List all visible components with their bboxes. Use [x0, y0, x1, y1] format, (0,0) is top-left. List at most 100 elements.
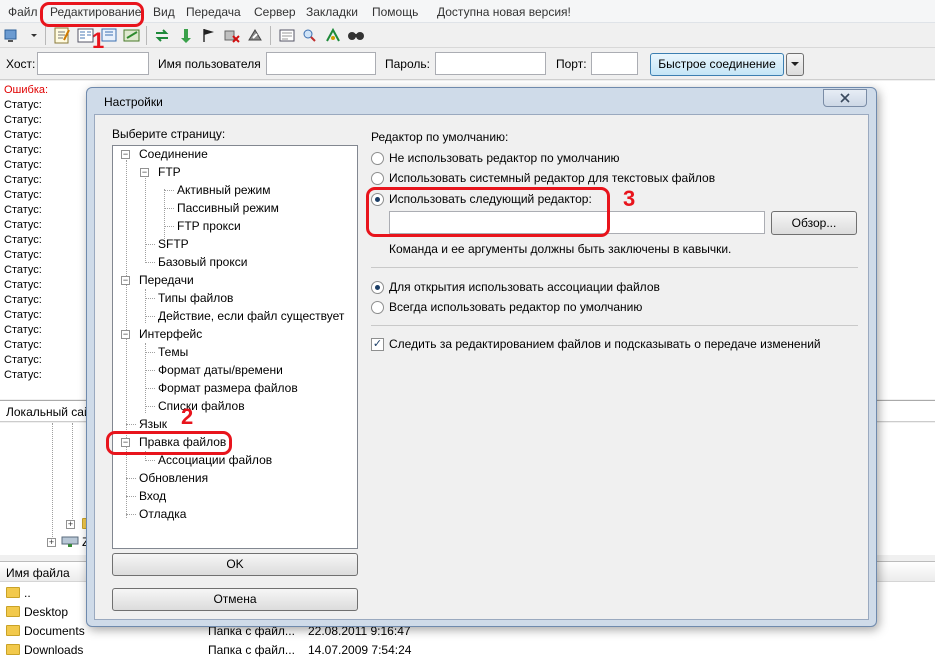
tree-item-language[interactable]: Язык — [139, 416, 167, 432]
file-name: Desktop — [24, 605, 69, 619]
ok-button[interactable]: OK — [112, 553, 358, 576]
tree-item-file-exists-action[interactable]: Действие, если файл существует — [158, 308, 344, 324]
tree-item-logging[interactable]: Вход — [139, 488, 166, 504]
menu-new-version[interactable]: Доступна новая версия! — [437, 5, 571, 19]
tree-item-file-lists[interactable]: Списки файлов — [158, 398, 245, 414]
tree-item-passive-mode[interactable]: Пассивный режим — [177, 200, 279, 216]
log-status-label: Статус: — [4, 204, 42, 216]
default-editor-label: Редактор по умолчанию: — [371, 130, 509, 144]
close-button[interactable] — [823, 89, 867, 107]
log-status-label: Статус: — [4, 159, 42, 171]
settings-page-tree[interactable]: − Соединение − FTP Активный режим Пассив… — [112, 145, 358, 549]
folder-icon — [6, 606, 20, 617]
file-date: 14.07.2009 7:54:24 — [308, 643, 412, 657]
log-status-label: Статус: — [4, 249, 42, 261]
tree-expander[interactable]: + — [47, 538, 56, 547]
toggle-log-icon[interactable] — [52, 26, 72, 45]
radio-always-default[interactable] — [371, 301, 384, 314]
tree-item-connection[interactable]: Соединение — [139, 146, 208, 162]
cancel-operation-icon[interactable] — [199, 26, 219, 45]
tree-item-transfers[interactable]: Передачи — [139, 272, 194, 288]
sync-browsing-icon[interactable] — [323, 26, 343, 45]
tree-item-generic-proxy[interactable]: Базовый прокси — [158, 254, 247, 270]
user-label: Имя пользователя — [158, 57, 261, 71]
radio-system-editor[interactable] — [371, 172, 384, 185]
toggle-queue-icon[interactable] — [122, 26, 142, 45]
log-status-label: Статус: — [4, 309, 42, 321]
folder-icon — [6, 644, 20, 655]
tree-item-active-mode[interactable]: Активный режим — [177, 182, 270, 198]
search-files-icon[interactable] — [346, 26, 366, 45]
label-watch-edited[interactable]: Следить за редактированием файлов и подс… — [389, 337, 821, 351]
file-name: .. — [24, 586, 31, 600]
tree-collapse-interface[interactable]: − — [121, 330, 130, 339]
disconnect-icon[interactable] — [222, 26, 242, 45]
host-input[interactable] — [37, 52, 149, 75]
site-manager-dropdown-icon[interactable] — [28, 26, 40, 45]
port-label: Порт: — [556, 57, 587, 71]
process-queue-icon[interactable] — [176, 26, 196, 45]
tree-collapse-ftp[interactable]: − — [140, 168, 149, 177]
tree-item-date-format[interactable]: Формат даты/времени — [158, 362, 283, 378]
label-use-associations[interactable]: Для открытия использовать ассоциации фай… — [389, 280, 660, 294]
log-status-label: Статус: — [4, 219, 42, 231]
menu-transfer[interactable]: Передача — [186, 5, 241, 19]
browse-button[interactable]: Обзор... — [771, 211, 857, 235]
file-name: Documents — [24, 624, 85, 638]
menu-file[interactable]: Файл — [8, 5, 38, 19]
port-input[interactable] — [591, 52, 638, 75]
tree-item-size-format[interactable]: Формат размера файлов — [158, 380, 298, 396]
log-status-label: Статус: — [4, 324, 42, 336]
checkbox-watch-edited[interactable]: ✓ — [371, 338, 384, 351]
compare-directories-icon[interactable] — [300, 26, 320, 45]
radio-no-default-editor[interactable] — [371, 152, 384, 165]
file-type: Папка с файл... — [208, 643, 295, 657]
tree-item-interface[interactable]: Интерфейс — [139, 326, 202, 342]
tree-collapse-transfers[interactable]: − — [121, 276, 130, 285]
tree-collapse-connection[interactable]: − — [121, 150, 130, 159]
menu-server[interactable]: Сервер — [254, 5, 296, 19]
tree-item-ftp-proxy[interactable]: FTP прокси — [177, 218, 241, 234]
log-status-label: Статус: — [4, 264, 42, 276]
tree-item-ftp[interactable]: FTP — [158, 164, 181, 180]
site-manager-icon[interactable] — [3, 26, 23, 45]
directory-listing-filters-icon[interactable] — [277, 26, 297, 45]
separator — [371, 325, 858, 326]
quickconnect-dropdown[interactable] — [786, 53, 804, 76]
chevron-down-icon — [791, 62, 799, 66]
log-status-label: Статус: — [4, 189, 42, 201]
network-drive-icon — [61, 536, 79, 547]
quickconnect-button[interactable]: Быстрое соединение — [650, 53, 784, 76]
file-row[interactable]: Downloads Папка с файл... 14.07.2009 7:5… — [0, 641, 935, 660]
filename-column-header[interactable]: Имя файла — [6, 566, 70, 580]
settings-dialog: Настройки Выберите страницу: − Соединени… — [86, 87, 877, 627]
label-always-default[interactable]: Всегда использовать редактор по умолчани… — [389, 300, 642, 314]
label-no-default-editor[interactable]: Не использовать редактор по умолчанию — [389, 151, 620, 165]
radio-use-associations[interactable] — [371, 281, 384, 294]
folder-icon — [6, 587, 20, 598]
tree-item-file-types[interactable]: Типы файлов — [158, 290, 233, 306]
log-status-label: Статус: — [4, 339, 42, 351]
label-system-editor[interactable]: Использовать системный редактор для текс… — [389, 171, 715, 185]
reconnect-icon[interactable] — [245, 26, 265, 45]
menu-bookmarks[interactable]: Закладки — [306, 5, 358, 19]
tree-item-sftp[interactable]: SFTP — [158, 236, 189, 252]
quote-hint: Команда и ее аргументы должны быть заклю… — [389, 242, 732, 256]
menu-help[interactable]: Помощь — [372, 5, 418, 19]
tree-item-updates[interactable]: Обновления — [139, 470, 208, 486]
log-error-label: Ошибка: — [4, 84, 49, 96]
tree-item-debug[interactable]: Отладка — [139, 506, 186, 522]
host-label: Хост: — [6, 57, 36, 71]
annotation-number: 1 — [92, 28, 105, 53]
tree-item-themes[interactable]: Темы — [158, 344, 188, 360]
separator — [371, 267, 858, 268]
file-name: Downloads — [24, 643, 84, 657]
menu-view[interactable]: Вид — [153, 5, 175, 19]
annotation-number: 2 — [181, 404, 194, 429]
tree-expander[interactable]: + — [66, 520, 75, 529]
user-input[interactable] — [266, 52, 376, 75]
refresh-icon[interactable] — [152, 26, 172, 45]
cancel-button[interactable]: Отмена — [112, 588, 358, 611]
password-input[interactable] — [435, 52, 546, 75]
log-status-label: Статус: — [4, 279, 42, 291]
